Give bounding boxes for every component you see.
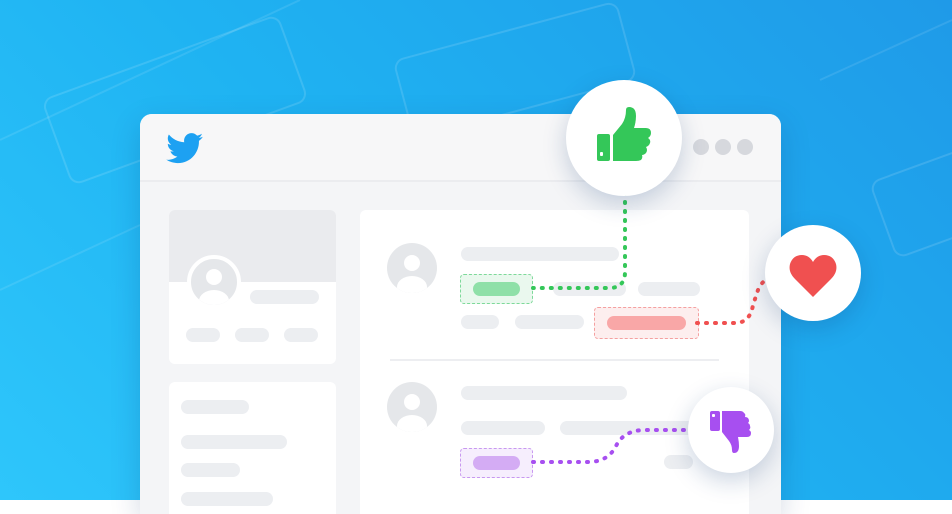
tweet-text-placeholder <box>461 315 499 329</box>
profile-name-placeholder <box>250 290 319 304</box>
window-menu-dot[interactable] <box>693 139 709 155</box>
title-bar <box>140 114 781 182</box>
user-avatar-icon <box>387 243 437 293</box>
tweet-text-placeholder <box>461 386 627 400</box>
trend-placeholder <box>181 492 273 506</box>
window-menu-dot[interactable] <box>737 139 753 155</box>
thumbs-down-icon <box>710 411 751 453</box>
dislike-reaction[interactable] <box>688 387 774 473</box>
tweet-text-placeholder <box>553 282 626 296</box>
profile-stat-placeholder <box>284 328 318 342</box>
tweet-text-placeholder <box>461 247 619 261</box>
trend-placeholder <box>181 400 249 414</box>
dislike-tag-bar <box>473 456 520 470</box>
trend-placeholder <box>181 435 287 449</box>
tweet-text-placeholder <box>515 315 584 329</box>
profile-stat-placeholder <box>186 328 220 342</box>
like-tag[interactable] <box>460 274 533 304</box>
dislike-tag[interactable] <box>460 448 533 478</box>
profile-card <box>169 210 336 364</box>
tweet-text-placeholder <box>560 421 697 435</box>
heart-reaction[interactable] <box>765 225 861 321</box>
heart-tag[interactable] <box>594 307 699 339</box>
thumbs-up-icon <box>597 107 651 161</box>
heart-icon <box>789 255 837 297</box>
like-tag-bar <box>473 282 520 296</box>
user-avatar-icon <box>187 255 241 309</box>
like-reaction[interactable] <box>566 80 682 196</box>
heart-tag-bar <box>607 316 686 330</box>
window-menu-dot[interactable] <box>715 139 731 155</box>
user-avatar-icon <box>387 382 437 432</box>
tweet-text-placeholder <box>638 282 700 296</box>
profile-stat-placeholder <box>235 328 269 342</box>
tweet-text-placeholder <box>461 421 545 435</box>
trend-placeholder <box>181 463 240 477</box>
bird-icon <box>166 133 203 164</box>
trends-card <box>169 382 336 514</box>
tweet-divider <box>390 359 719 361</box>
